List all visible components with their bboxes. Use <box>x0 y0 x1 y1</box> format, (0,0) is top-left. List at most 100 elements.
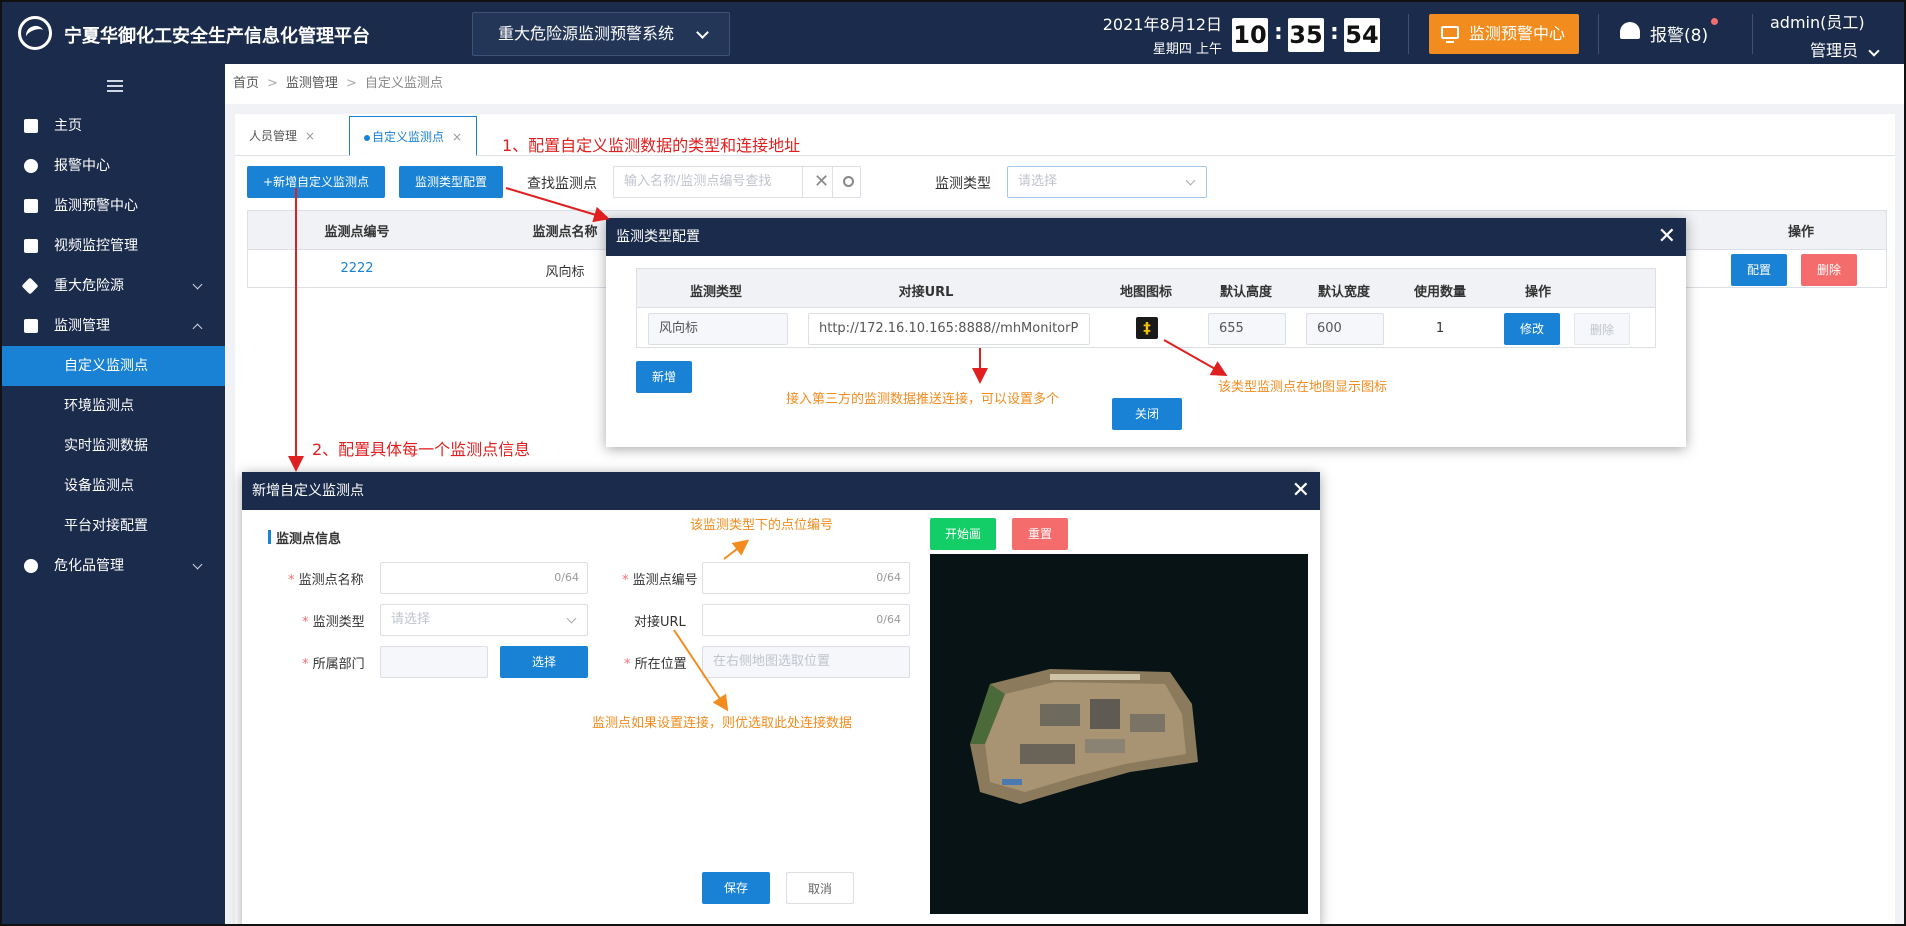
cell-code[interactable]: 2222 <box>307 261 407 276</box>
sidebar-subitem-env-points[interactable]: 环境监测点 <box>2 386 225 426</box>
location-placeholder: 在右侧地图选取位置 <box>713 654 831 669</box>
search-input[interactable]: 输入名称/监测点编号查找 ✕ <box>613 166 861 198</box>
date-block: 2021年8月12日 星期四 上午 <box>1102 11 1222 57</box>
type-add-button[interactable]: 新增 <box>636 361 692 393</box>
sidebar-subitem-realtime-data[interactable]: 实时监测数据 <box>2 426 225 466</box>
breadcrumb-current: 自定义监测点 <box>364 76 443 91</box>
row-config-button[interactable]: 配置 <box>1731 254 1787 286</box>
sidebar-item-chemicals[interactable]: 危化品管理 <box>2 546 225 586</box>
tab-personnel[interactable]: 人员管理 × <box>235 116 329 156</box>
close-icon[interactable]: × <box>452 130 462 144</box>
clear-icon[interactable]: ✕ <box>814 167 829 197</box>
row-delete-button[interactable]: 删除 <box>1801 254 1857 286</box>
search-icon[interactable] <box>843 176 854 187</box>
monitor-center-button[interactable]: 监测预警中心 <box>1429 14 1579 54</box>
breadcrumb-parent[interactable]: 监测管理 <box>286 76 338 91</box>
col-header-name: 监测点名称 <box>532 225 598 240</box>
sidebar-subitem-device-points[interactable]: 设备监测点 <box>2 466 225 506</box>
alarm-dot <box>1711 18 1719 25</box>
sidebar-subitem-custom-points[interactable]: 自定义监测点 <box>2 346 225 386</box>
clock-separator: : <box>1274 20 1283 45</box>
type-edit-button[interactable]: 修改 <box>1504 313 1560 345</box>
clock-hours: 10 <box>1232 18 1268 52</box>
close-icon[interactable]: ✕ <box>1658 218 1676 256</box>
user-menu[interactable]: admin(员工) 管理员 <box>1770 9 1890 61</box>
type-col-width: 默认宽度 <box>1317 285 1370 300</box>
type-name-field[interactable]: 风向标 <box>648 313 788 345</box>
sidebar: 主页 报警中心 监测预警中心 视频监控管理 重大危险源 监测管理 自定义监测点 … <box>2 64 225 924</box>
chevron-down-icon <box>192 279 203 290</box>
dept-field-label: * 所属部门 <box>302 657 365 672</box>
type-url-field[interactable]: http://172.16.10.165:8888//mhMonitorP <box>808 313 1090 345</box>
annotation-code-note: 该监测类型下的点位编号 <box>690 518 834 533</box>
chevron-up-icon <box>192 323 203 334</box>
type-close-button[interactable]: 关闭 <box>1112 398 1182 430</box>
alarm-icon <box>24 159 38 173</box>
modal-title: 新增自定义监测点 <box>252 483 364 499</box>
dept-input[interactable] <box>380 646 488 678</box>
clock-seconds: 54 <box>1344 18 1380 52</box>
clock-separator: : <box>1330 20 1339 45</box>
sidebar-item-label: 视频监控管理 <box>54 238 138 254</box>
map-canvas[interactable] <box>930 554 1308 914</box>
save-button[interactable]: 保存 <box>702 872 770 904</box>
sidebar-item-monitor-center[interactable]: 监测预警中心 <box>2 186 225 226</box>
type-filter-select[interactable]: 请选择 <box>1007 166 1207 198</box>
annotation-icon-note: 该类型监测点在地图显示图标 <box>1218 380 1388 395</box>
type-height-field[interactable]: 655 <box>1208 313 1286 345</box>
point-code-input[interactable]: 0/64 <box>702 562 910 594</box>
sidebar-item-video[interactable]: 视频监控管理 <box>2 226 225 266</box>
type-count-cell: 1 <box>1435 321 1445 336</box>
type-col-count: 使用数量 <box>1413 285 1466 300</box>
close-icon[interactable]: × <box>305 129 315 143</box>
point-url-input[interactable]: 0/64 <box>702 604 910 636</box>
location-field-label-text: 所在位置 <box>634 657 687 672</box>
divider <box>1408 14 1409 54</box>
chevron-down-icon <box>1185 175 1196 186</box>
logo-icon <box>18 16 52 50</box>
divider <box>802 167 803 197</box>
name-field-label-text: 监测点名称 <box>298 573 364 588</box>
alarm-label: 报警(8) <box>1650 26 1709 46</box>
sidebar-subitem-platform-config[interactable]: 平台对接配置 <box>2 506 225 546</box>
url-field-label: 对接URL <box>634 615 686 630</box>
search-label: 查找监测点 <box>527 176 597 192</box>
sidebar-item-alarm-center[interactable]: 报警中心 <box>2 146 225 186</box>
modal-header: 监测类型配置 ✕ <box>606 218 1686 256</box>
app-window: 宁夏华御化工安全生产信息化管理平台 重大危险源监测预警系统 2021年8月12日… <box>0 0 1906 926</box>
reset-button[interactable]: 重置 <box>1012 518 1068 550</box>
date-text: 2021年8月12日 <box>1102 15 1222 34</box>
start-draw-button[interactable]: 开始画 <box>930 518 996 550</box>
clock-minutes: 35 <box>1288 18 1324 52</box>
wind-vane-icon: ‡ <box>1136 317 1158 339</box>
point-name-input[interactable]: 0/64 <box>380 562 588 594</box>
dept-select-button[interactable]: 选择 <box>500 646 588 678</box>
type-config-button[interactable]: 监测类型配置 <box>399 166 503 198</box>
tab-custom-points[interactable]: 自定义监测点 × <box>349 116 478 156</box>
sidebar-item-label: 重大危险源 <box>54 278 124 294</box>
monitor-manage-icon <box>24 319 38 333</box>
point-type-select[interactable]: 请选择 <box>380 604 588 636</box>
chevron-down-icon <box>696 26 709 39</box>
cancel-button[interactable]: 取消 <box>786 872 854 904</box>
system-select[interactable]: 重大危险源监测预警系统 <box>472 12 730 56</box>
sidebar-item-monitoring[interactable]: 监测管理 <box>2 306 225 346</box>
skull-icon <box>24 559 38 573</box>
type-select-placeholder: 请选择 <box>391 612 431 627</box>
chevron-down-icon <box>192 559 203 570</box>
add-point-button[interactable]: +新增自定义监测点 <box>247 166 385 198</box>
sidebar-item-hazard[interactable]: 重大危险源 <box>2 266 225 306</box>
section-title: 监测点信息 <box>276 532 342 547</box>
home-icon <box>24 119 38 133</box>
sidebar-item-label: 报警中心 <box>54 158 110 174</box>
menu-icon <box>107 80 123 92</box>
sidebar-item-label: 监测预警中心 <box>54 198 138 214</box>
alarm-button[interactable]: 报警(8) <box>1620 18 1719 46</box>
close-icon[interactable]: ✕ <box>1292 472 1310 510</box>
sidebar-item-home[interactable]: 主页 <box>2 106 225 146</box>
location-input[interactable]: 在右侧地图选取位置 <box>702 646 910 678</box>
menu-toggle[interactable] <box>2 64 225 106</box>
breadcrumb-home[interactable]: 首页 <box>233 76 259 91</box>
type-col-ops: 操作 <box>1524 285 1551 300</box>
type-width-field[interactable]: 600 <box>1306 313 1384 345</box>
